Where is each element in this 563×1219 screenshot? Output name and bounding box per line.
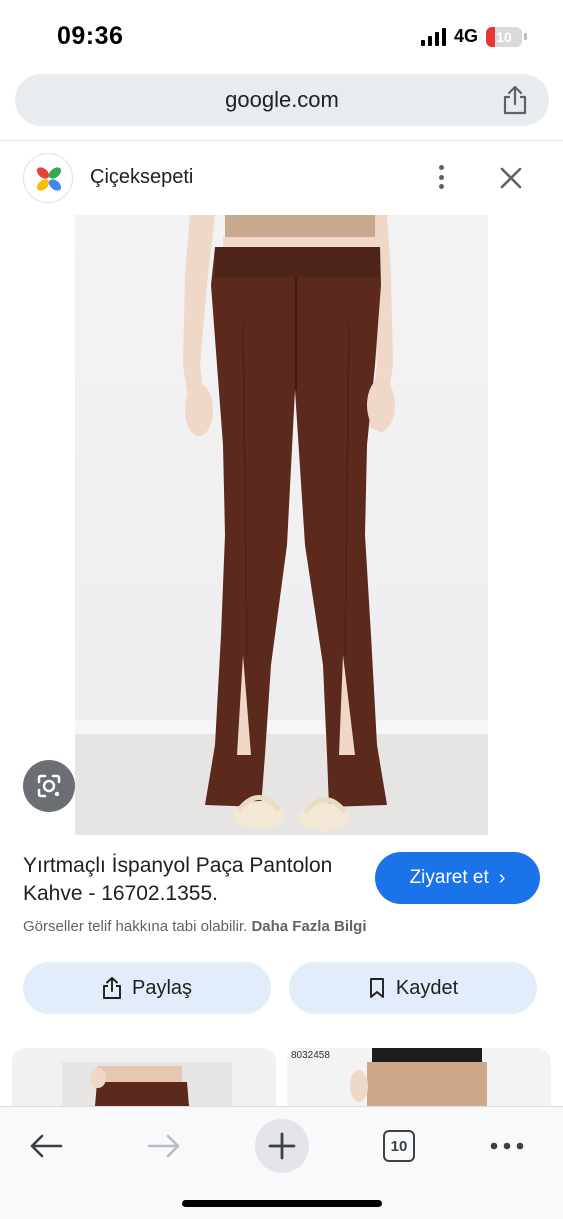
signal-icon <box>420 27 446 46</box>
more-horizontal-icon[interactable] <box>480 1119 534 1173</box>
related-code: 8032458 <box>291 1050 330 1061</box>
network-type: 4G <box>453 26 478 46</box>
visit-button[interactable]: Ziyaret et › <box>375 852 540 904</box>
close-icon[interactable] <box>496 163 526 193</box>
save-button[interactable]: Kaydet <box>289 962 537 1014</box>
bookmark-icon <box>369 978 384 998</box>
url-text[interactable]: google.com <box>15 87 549 113</box>
copyright-text: Görseller telif hakkına tabi olabilir. <box>23 918 248 935</box>
copyright-notice: Görseller telif hakkına tabi olabilir. D… <box>23 918 366 935</box>
source-header: Çiçeksepeti <box>0 150 563 206</box>
status-indicators: 4G 10 <box>420 26 527 47</box>
tab-switcher-button[interactable]: 10 <box>372 1119 426 1173</box>
chevron-right-icon: › <box>498 866 506 889</box>
product-image[interactable] <box>75 215 488 835</box>
visit-label: Ziyaret et <box>409 867 489 888</box>
status-bar: 09:36 4G 10 <box>0 0 563 70</box>
arrow-left-icon <box>30 1134 63 1158</box>
home-indicator <box>182 1200 382 1207</box>
share-icon <box>103 977 121 999</box>
more-info-link[interactable]: Daha Fazla Bilgi <box>251 918 366 935</box>
battery-icon: 10 <box>486 26 522 47</box>
address-bar[interactable]: google.com <box>15 74 549 126</box>
share-label: Paylaş <box>131 976 193 999</box>
tab-count: 10 <box>383 1130 415 1162</box>
product-title[interactable]: Yırtmaçlı İspanyol Paça Pantolon Kahve -… <box>23 852 363 908</box>
save-label: Kaydet <box>395 976 459 999</box>
plus-icon <box>268 1132 296 1160</box>
back-button[interactable] <box>19 1119 73 1173</box>
product-photo <box>75 215 488 835</box>
battery-level: 10 <box>496 28 512 45</box>
share-button[interactable]: Paylaş <box>23 962 271 1014</box>
battery-cap <box>524 33 527 40</box>
status-time: 09:36 <box>57 22 124 50</box>
arrow-right-icon <box>147 1134 180 1158</box>
google-lens-icon[interactable] <box>23 760 75 812</box>
new-tab-button[interactable] <box>255 1119 309 1173</box>
source-name[interactable]: Çiçeksepeti <box>90 166 193 189</box>
share-icon[interactable] <box>501 85 529 115</box>
forward-button[interactable] <box>137 1119 191 1173</box>
flower-logo-icon[interactable] <box>23 153 73 203</box>
header-divider <box>0 140 563 141</box>
more-vertical-icon[interactable] <box>428 162 454 192</box>
